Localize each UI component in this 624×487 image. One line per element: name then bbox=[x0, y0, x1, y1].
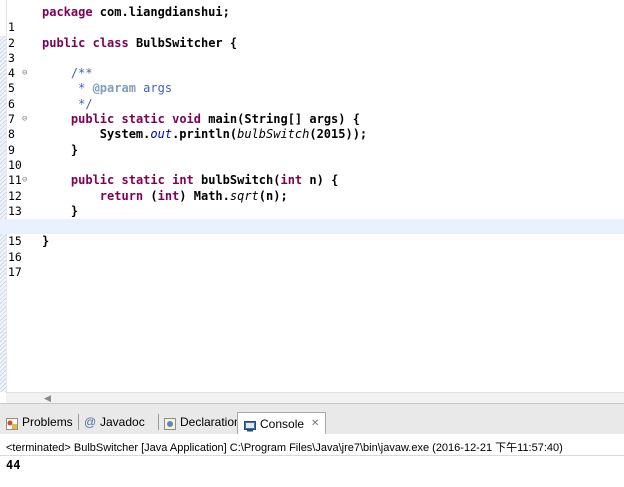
close-icon[interactable]: ✕ bbox=[311, 414, 319, 434]
fold-collapse-icon[interactable]: ⊖ bbox=[22, 112, 27, 127]
code-text: /** bbox=[42, 66, 93, 81]
code-line-8[interactable]: 8 ⊖ public static void main(String[] arg… bbox=[0, 112, 624, 141]
line-number: 17 bbox=[8, 265, 22, 280]
console-status-header: <terminated> BulbSwitcher [Java Applicat… bbox=[6, 442, 563, 454]
tab-problems-label: Problems bbox=[22, 415, 73, 429]
code-editor[interactable]: 1 package com.liangdianshui; 2 3 public … bbox=[0, 0, 624, 392]
problems-icon bbox=[6, 416, 18, 430]
code-line-3[interactable]: 3 public class BulbSwitcher { bbox=[0, 35, 624, 65]
code-line-7[interactable]: 7 */ bbox=[0, 96, 624, 126]
code-line-1[interactable]: 1 package com.liangdianshui; bbox=[0, 5, 624, 34]
code-line-5[interactable]: 5 ⊖ /** bbox=[0, 66, 624, 95]
console-view[interactable]: <terminated> BulbSwitcher [Java Applicat… bbox=[0, 434, 624, 487]
code-line-12[interactable]: 12 ⊖ public static int bulbSwitch(int n)… bbox=[0, 173, 624, 202]
tab-declaration-label: Declaration bbox=[180, 415, 241, 429]
code-text: public class BulbSwitcher { bbox=[42, 35, 238, 50]
horizontal-scrollbar[interactable]: ◀ bbox=[6, 392, 624, 403]
code-line-15-current[interactable]: 15 bbox=[0, 219, 624, 248]
tab-separator bbox=[78, 414, 79, 430]
code-text: public static void main(String[] args) { bbox=[70, 112, 360, 127]
code-text: package com.liangdianshui; bbox=[42, 5, 230, 19]
code-text: return (int) Math.sqrt(n); bbox=[99, 188, 288, 203]
code-text: } bbox=[42, 203, 79, 218]
code-line-11[interactable]: 11 bbox=[0, 158, 624, 187]
code-text: * @param args bbox=[42, 81, 173, 96]
fold-collapse-icon[interactable]: ⊖ bbox=[22, 66, 27, 81]
fold-collapse-icon[interactable]: ⊖ bbox=[22, 173, 27, 188]
code-text: public static int bulbSwitch(int n) { bbox=[70, 173, 339, 188]
code-line-16[interactable]: 16 } bbox=[0, 234, 624, 263]
scroll-left-arrow-icon[interactable]: ◀ bbox=[44, 393, 51, 403]
code-line-6[interactable]: 6 * @param args bbox=[0, 81, 624, 110]
code-line-2[interactable]: 2 bbox=[0, 20, 624, 50]
at-sign-icon: @ bbox=[84, 415, 97, 429]
tab-javadoc-label: Javadoc bbox=[100, 415, 145, 429]
tab-declaration[interactable]: Declaration bbox=[164, 412, 241, 432]
tab-separator bbox=[158, 414, 159, 430]
code-text: */ bbox=[42, 96, 93, 111]
code-lines: 1 package com.liangdianshui; 2 3 public … bbox=[0, 5, 624, 279]
tab-javadoc[interactable]: @ Javadoc bbox=[84, 412, 145, 432]
tab-problems[interactable]: Problems bbox=[6, 412, 73, 432]
view-tab-bar: Problems @ Javadoc Declaration Console ✕ bbox=[0, 403, 624, 435]
code-line-17[interactable]: 17 bbox=[0, 250, 624, 279]
code-text: } bbox=[42, 142, 79, 157]
code-text: } bbox=[42, 234, 50, 249]
tab-console-active[interactable]: Console ✕ bbox=[237, 412, 327, 435]
console-divider bbox=[0, 455, 624, 456]
declaration-icon bbox=[164, 416, 176, 430]
code-line-9[interactable]: 9 System.out.println(bulbSwitch(2015)); bbox=[0, 127, 624, 156]
code-line-13[interactable]: 13 return (int) Math.sqrt(n); bbox=[0, 188, 624, 218]
code-text: System.out.println(bulbSwitch(2015)); bbox=[42, 127, 368, 142]
tab-console-label: Console bbox=[260, 417, 305, 431]
code-line-14[interactable]: 14 } bbox=[0, 203, 624, 233]
code-line-10[interactable]: 10 } bbox=[0, 142, 624, 172]
console-icon bbox=[244, 418, 256, 432]
console-output: 44 bbox=[6, 458, 21, 472]
code-line-4[interactable]: 4 bbox=[0, 51, 624, 80]
